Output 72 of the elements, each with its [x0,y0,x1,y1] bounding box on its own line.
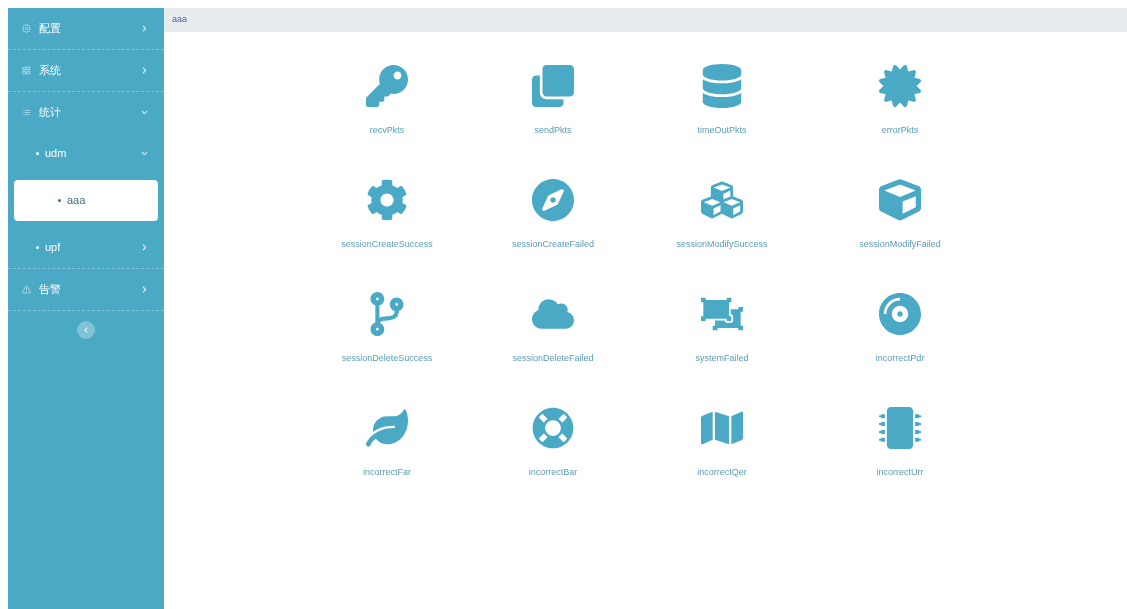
bullet-icon [58,199,61,202]
stat-tile[interactable]: incorrectPdr [808,292,992,382]
menu-label: 配置 [39,21,62,37]
menu-label: 告警 [39,282,62,298]
menu-item[interactable]: 配置 [8,8,164,49]
gear-icon [366,178,408,222]
stat-tile[interactable]: incorrectQer [636,406,808,496]
stat-tile[interactable]: incorrectUrr [808,406,992,496]
menu-label: 统计 [39,105,62,121]
grid-icon [22,66,31,75]
database-icon [701,64,743,108]
stat-tile[interactable]: sessionCreateFailed [470,178,636,268]
stat-tile[interactable]: errorPkts [808,64,992,154]
chevron-down-icon [141,150,148,157]
list-icon [22,108,31,117]
life-ring-icon [532,406,574,450]
cube-icon [879,178,921,222]
collapse-button[interactable] [77,321,95,339]
tile-label: incorrectPdr [875,352,925,365]
menu-item[interactable]: 系统 [8,50,164,91]
settings-icon [22,24,31,33]
tile-label: sessionModifySuccess [676,238,768,251]
chevron-down-icon [141,109,148,116]
stat-tile[interactable]: sessionCreateSuccess [304,178,470,268]
leaf-icon [366,406,408,450]
warning-icon [22,285,31,294]
chevron-right-icon [141,286,148,293]
tile-label: errorPkts [881,124,919,137]
menu-label: upf [45,240,62,256]
menu-label: aaa [67,193,87,209]
tile-label: sendPkts [534,124,572,137]
tile-label: sessionCreateSuccess [341,238,433,251]
menu-label: 系统 [39,63,62,79]
menu-item[interactable]: 统计 [8,92,164,133]
tile-label: sessionCreateFailed [511,238,594,251]
stat-tile[interactable]: sessionModifyFailed [808,178,992,268]
stat-tile[interactable]: sessionDeleteFailed [470,292,636,382]
stat-tile[interactable]: sessionDeleteSuccess [304,292,470,382]
stat-tile[interactable]: systemFailed [636,292,808,382]
tile-label: incorrectQer [697,466,747,479]
menu-label: udm [45,146,68,162]
chevron-right-icon [141,67,148,74]
stat-tile[interactable]: sendPkts [470,64,636,154]
chip-icon [879,406,921,450]
compass-icon [532,178,574,222]
breadcrumb-link[interactable]: aaa [172,13,188,27]
stat-tile[interactable]: incorrectFar [304,406,470,496]
tile-label: incorrectFar [363,466,411,479]
chevron-left-icon [83,327,89,333]
stat-tile[interactable]: timeOutPkts [636,64,808,154]
stat-tile[interactable]: sessionModifySuccess [636,178,808,268]
menu-item[interactable]: udm [8,133,164,174]
menu-item[interactable]: upf [8,227,164,268]
tile-label: sessionDeleteFailed [512,352,594,365]
menu-item[interactable]: aaa [14,180,158,221]
tile-label: recvPkts [369,124,405,137]
tile-label: timeOutPkts [697,124,747,137]
chevron-right-icon [141,25,148,32]
chevron-right-icon [141,244,148,251]
badge-icon [879,64,921,108]
stat-tile[interactable]: incorrectBar [470,406,636,496]
tile-label: incorrectUrr [876,466,924,479]
menu-item[interactable]: 告警 [8,269,164,310]
stat-tile[interactable]: recvPkts [304,64,470,154]
key-icon [366,64,408,108]
bullet-icon [36,246,39,249]
tile-label: systemFailed [695,352,749,365]
tile-label: incorrectBar [528,466,578,479]
tile-label: sessionModifyFailed [859,238,941,251]
bullet-icon [36,152,39,155]
copy-icon [532,64,574,108]
tile-label: sessionDeleteSuccess [341,352,433,365]
